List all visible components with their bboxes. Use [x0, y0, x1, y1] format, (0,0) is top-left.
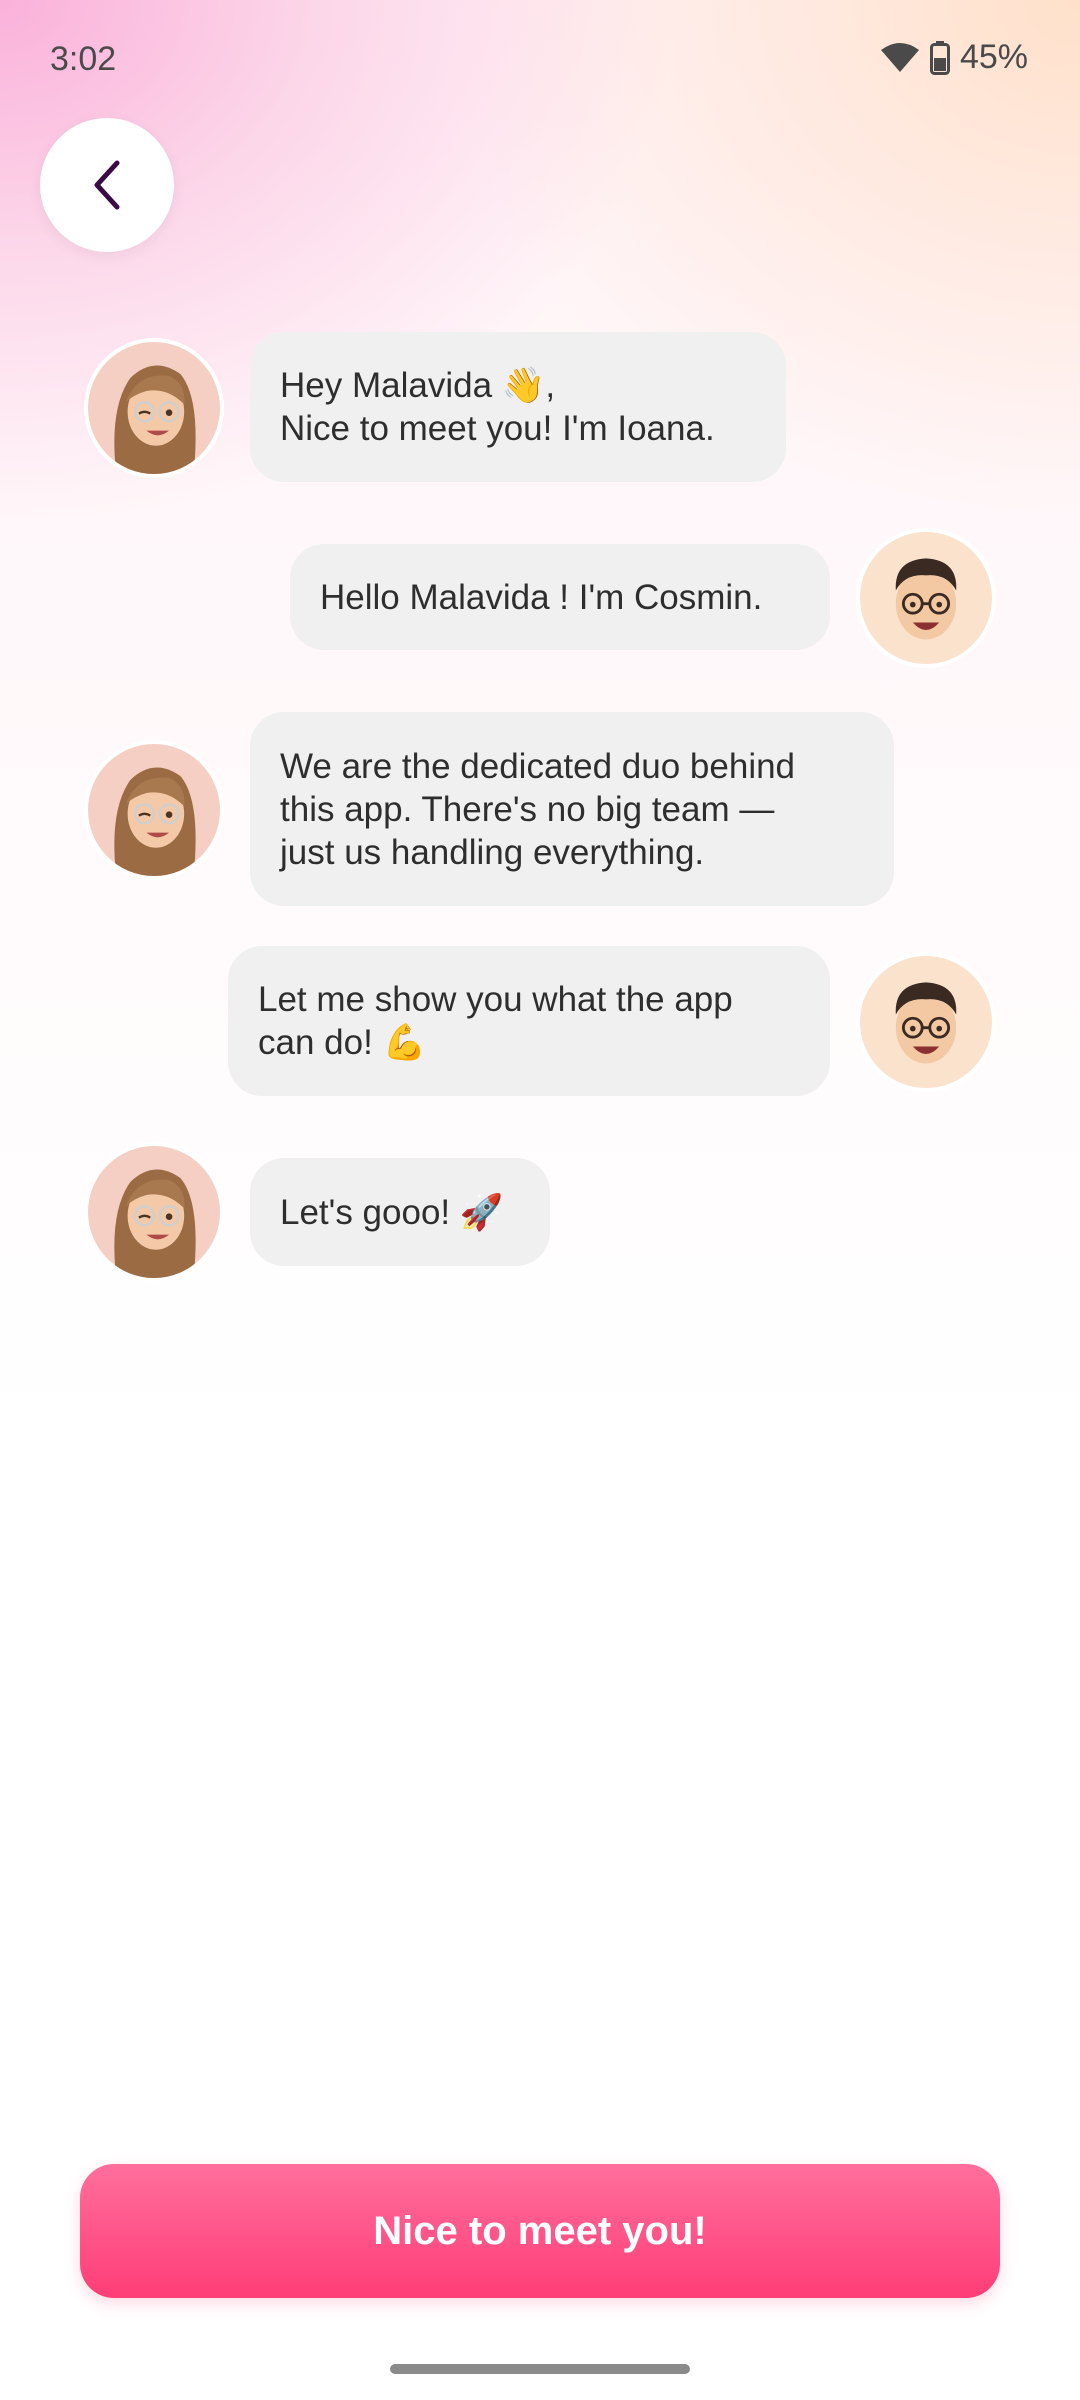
battery-percent: 45%	[959, 38, 1028, 76]
ioana-avatar	[84, 1142, 224, 1282]
home-indicator[interactable]	[390, 2364, 690, 2374]
status-icons: 45%	[880, 38, 1028, 77]
ioana-avatar	[84, 338, 224, 478]
wifi-icon	[880, 42, 920, 74]
message-bubble-3: We are the dedicated duo behind this app…	[250, 712, 894, 906]
message-bubble-4: Let me show you what the app can do! 💪	[228, 946, 830, 1096]
back-button[interactable]	[40, 118, 174, 252]
message-text: Hello Malavida ! I'm Cosmin.	[320, 577, 763, 617]
cosmin-avatar	[856, 952, 996, 1092]
message-text: Hey Malavida 👋, Nice to meet you! I'm Io…	[280, 366, 715, 448]
chevron-left-icon	[94, 160, 120, 210]
status-bar: 3:02 45%	[0, 0, 1080, 120]
status-time: 3:02	[50, 40, 117, 78]
message-bubble-5: Let's gooo! 🚀	[250, 1158, 550, 1266]
message-text: We are the dedicated duo behind this app…	[280, 746, 796, 872]
battery-icon	[929, 40, 950, 75]
message-bubble-2: Hello Malavida ! I'm Cosmin.	[290, 544, 830, 650]
message-bubble-1: Hey Malavida 👋, Nice to meet you! I'm Io…	[250, 332, 786, 482]
message-text: Let me show you what the app can do! 💪	[258, 980, 733, 1062]
ioana-avatar	[84, 740, 224, 880]
nice-to-meet-you-button[interactable]: Nice to meet you!	[80, 2164, 1000, 2298]
cosmin-avatar	[856, 528, 996, 668]
message-text: Let's gooo! 🚀	[280, 1192, 504, 1232]
